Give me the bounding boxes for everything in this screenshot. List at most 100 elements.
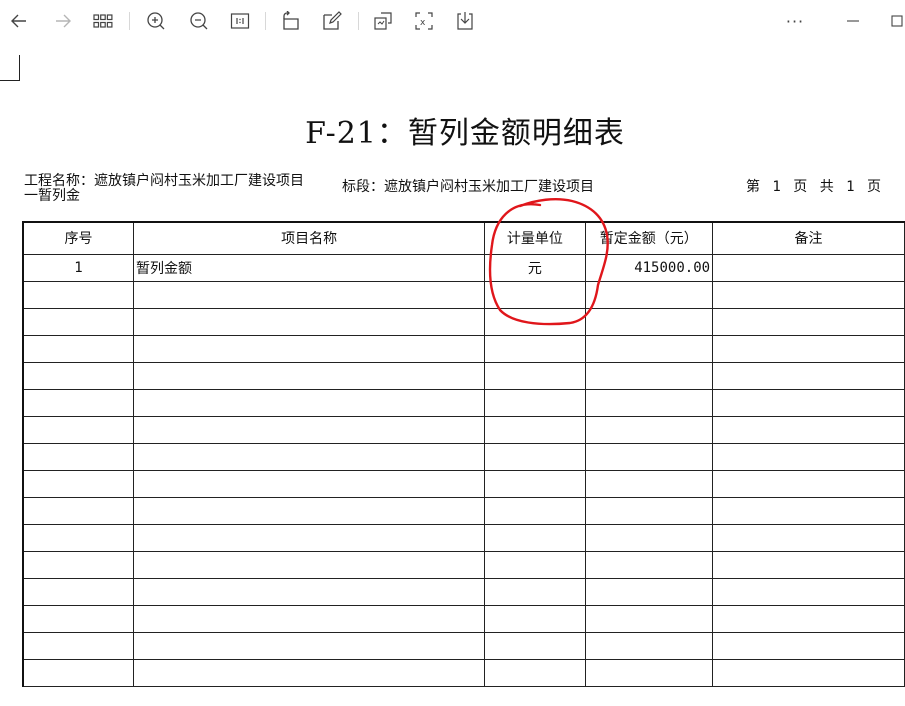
scan-icon[interactable]: x — [411, 8, 437, 34]
table-cell-empty — [484, 388, 586, 417]
zoom-in-icon[interactable] — [143, 8, 169, 34]
table-cell-empty — [132, 523, 486, 552]
table-row-empty — [21, 415, 905, 444]
table-cell-empty — [484, 658, 586, 687]
forward-arrow-icon[interactable] — [50, 8, 76, 34]
table-cell-empty — [132, 631, 486, 660]
table-row-empty — [21, 523, 905, 552]
table-cell-empty — [584, 361, 714, 390]
table-cell-empty — [21, 577, 134, 606]
table-cell-empty — [712, 415, 905, 444]
table-cell-empty — [484, 550, 586, 579]
table-cell-empty — [712, 496, 905, 525]
table-cell-empty — [712, 442, 905, 471]
viewer-toolbar: x ··· — [0, 0, 905, 44]
table-cell-empty — [21, 442, 134, 471]
table-row-empty — [21, 361, 905, 390]
table-cell-empty — [132, 442, 486, 471]
back-arrow-icon[interactable] — [6, 8, 32, 34]
table-cell-empty — [484, 469, 586, 498]
table-cell-empty — [712, 307, 905, 336]
table-row: 1 暂列金额 元 415000.00 — [21, 253, 905, 282]
table-row-empty — [21, 307, 905, 336]
table-cell-empty — [21, 496, 134, 525]
crop-mark — [0, 55, 20, 81]
table-row-empty — [21, 334, 905, 363]
page-info: 第 1 页 共 1 页 — [746, 179, 884, 195]
zoom-out-icon[interactable] — [186, 8, 212, 34]
table-cell-empty — [712, 631, 905, 660]
table-cell-empty — [132, 550, 486, 579]
table-row-empty — [21, 496, 905, 525]
table-cell-empty — [21, 631, 134, 660]
minimize-icon[interactable] — [840, 8, 866, 34]
table-cell-empty — [132, 415, 486, 444]
screenshot-icon[interactable] — [370, 8, 396, 34]
table-cell-empty — [132, 307, 486, 336]
header-cell-remarks: 备注 — [712, 221, 905, 255]
table-cell-empty — [712, 361, 905, 390]
actual-size-icon[interactable] — [227, 8, 253, 34]
table-cell-empty — [132, 361, 486, 390]
table-cell-empty — [584, 334, 714, 363]
table-cell-empty — [132, 388, 486, 417]
table-cell-empty — [21, 604, 134, 633]
cell-unit: 元 — [484, 253, 586, 282]
edit-icon[interactable] — [319, 8, 345, 34]
page-title: F-21：暂列金额明细表 — [305, 116, 625, 151]
table-cell-empty — [484, 442, 586, 471]
table-cell-empty — [484, 307, 586, 336]
table-cell-empty — [584, 280, 714, 309]
table-cell-empty — [712, 523, 905, 552]
table-cell-empty — [584, 415, 714, 444]
table-row-empty — [21, 631, 905, 660]
table-cell-empty — [584, 577, 714, 606]
table-cell-empty — [584, 496, 714, 525]
table-cell-empty — [712, 469, 905, 498]
table-cell-empty — [21, 388, 134, 417]
table-cell-empty — [584, 523, 714, 552]
table-cell-empty — [712, 280, 905, 309]
table-cell-empty — [21, 307, 134, 336]
table-cell-empty — [21, 280, 134, 309]
section-label: 标段：遮放镇户闷村玉米加工厂建设项目 — [342, 179, 594, 195]
table-cell-empty — [21, 658, 134, 687]
table-cell-empty — [584, 388, 714, 417]
more-icon[interactable]: ··· — [782, 8, 808, 34]
header-cell-unit: 计量单位 — [484, 221, 586, 255]
table-cell-empty — [584, 307, 714, 336]
grid-view-icon[interactable] — [90, 8, 116, 34]
table-cell-empty — [484, 415, 586, 444]
table-cell-empty — [21, 469, 134, 498]
table-cell-empty — [132, 604, 486, 633]
cell-amount: 415000.00 — [584, 253, 714, 282]
table-row-empty — [21, 388, 905, 417]
table-cell-empty — [132, 334, 486, 363]
table-cell-empty — [712, 334, 905, 363]
rotate-icon[interactable] — [278, 8, 304, 34]
cell-remarks — [712, 253, 905, 282]
table-cell-empty — [584, 604, 714, 633]
cell-item-name: 暂列金额 — [132, 253, 486, 282]
table-row-empty — [21, 280, 905, 309]
maximize-icon[interactable] — [884, 8, 905, 34]
table-cell-empty — [484, 604, 586, 633]
table-cell-empty — [132, 496, 486, 525]
toolbar-separator — [129, 12, 130, 30]
table-cell-empty — [484, 523, 586, 552]
table-cell-empty — [132, 577, 486, 606]
table-cell-empty — [132, 658, 486, 687]
table-row-empty — [21, 442, 905, 471]
provisional-sum-table: 序号 项目名称 计量单位 暂定金额（元） 备注 1 暂列金额 元 415000.… — [21, 221, 905, 687]
table-cell-empty — [484, 631, 586, 660]
table-cell-empty — [132, 469, 486, 498]
table-cell-empty — [484, 361, 586, 390]
toolbar-separator — [358, 12, 359, 30]
table-cell-empty — [584, 658, 714, 687]
table-cell-empty — [712, 577, 905, 606]
table-row-empty — [21, 469, 905, 498]
table-cell-empty — [21, 550, 134, 579]
save-icon[interactable] — [452, 8, 478, 34]
table-cell-empty — [484, 577, 586, 606]
table-cell-empty — [484, 334, 586, 363]
